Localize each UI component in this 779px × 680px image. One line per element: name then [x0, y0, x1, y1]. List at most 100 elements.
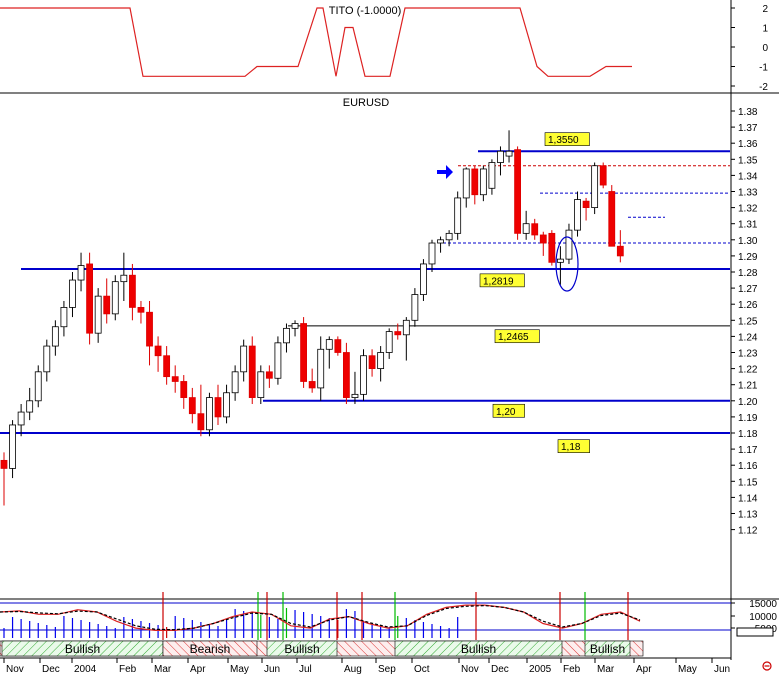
price-tick-label: 1.17 — [738, 445, 758, 456]
price-tick-label: 1.20 — [738, 397, 758, 408]
candle-bullish — [351, 393, 359, 398]
candle-bearish — [300, 323, 308, 382]
candle-bullish — [26, 400, 34, 413]
price-tick-label: 1.35 — [738, 155, 758, 166]
price-title: EURUSD — [343, 97, 390, 109]
price-tick-label: 1.15 — [738, 477, 758, 488]
candle-bullish — [360, 355, 367, 395]
segment-label: Bullish — [284, 642, 319, 656]
candle-bearish — [265, 371, 273, 379]
trend-segments: Bullish Bearish Bullish Bullish Bullish — [0, 640, 644, 657]
candle-bullish — [565, 229, 573, 260]
candle-bearish — [334, 339, 342, 353]
candle-bullish — [43, 345, 51, 373]
segment-label: Bullish — [590, 642, 625, 656]
candle-bullish — [377, 352, 385, 370]
x-tick-label: Sep — [378, 664, 396, 675]
candle-bullish — [505, 150, 513, 157]
x-tick-label: Oct — [414, 664, 430, 675]
candle-bullish — [77, 265, 85, 281]
price-tick-label: 1.37 — [738, 123, 758, 134]
tito-tick-label: 2 — [762, 4, 768, 15]
level-label: 1,2819 — [483, 276, 514, 287]
x-tick-label: Jul — [299, 664, 312, 675]
candle-bearish — [308, 381, 316, 389]
panel-resize-box[interactable] — [736, 627, 774, 637]
candle-bullish — [60, 307, 68, 328]
candle-bullish — [257, 371, 265, 398]
candle-bullish — [488, 162, 496, 189]
candle-bearish — [539, 234, 547, 244]
price-tick-label: 1.16 — [738, 461, 758, 472]
price-tick-label: 1.21 — [738, 381, 758, 392]
candle-bearish — [137, 307, 145, 313]
candle-bullish — [240, 345, 248, 373]
x-tick-label: Apr — [190, 664, 206, 675]
chart-canvas: TITO (-1.0000) 2 1 0 -1 -2 EURUSD 1.38 1.37 1.… — [0, 0, 779, 675]
candle-bearish — [394, 331, 402, 336]
candle-bullish — [274, 342, 282, 379]
candle-bearish — [180, 381, 188, 398]
price-tick-label: 1.27 — [738, 284, 758, 295]
x-tick-label: May — [230, 664, 249, 675]
candle-bullish — [231, 371, 239, 394]
price-tick-label: 1.12 — [738, 526, 758, 537]
candle-bullish — [411, 294, 419, 321]
candle-bullish — [223, 392, 230, 418]
candle-bearish — [188, 397, 196, 415]
candle-bearish — [368, 355, 376, 370]
candle-bullish — [402, 319, 410, 336]
tito-tick-label: -2 — [759, 82, 768, 93]
level-label: 1,3550 — [548, 135, 579, 146]
price-tick-label: 1.30 — [738, 236, 758, 247]
tito-tick-label: 1 — [762, 24, 768, 35]
price-tick-label: 1.13 — [738, 510, 758, 521]
level-label: 1,20 — [496, 407, 516, 418]
candle-bullish — [34, 371, 42, 402]
price-tick-label: 1.26 — [738, 300, 758, 311]
x-tick-label: Feb — [119, 664, 137, 675]
osc-tick-label: 15000 — [749, 599, 777, 610]
x-tick-label: May — [678, 664, 697, 675]
candle-bullish — [591, 165, 599, 209]
price-tick-label: 1.38 — [738, 107, 758, 118]
candle-bullish — [17, 411, 25, 426]
candle-bullish — [479, 168, 487, 196]
x-tick-label: Feb — [563, 664, 581, 675]
x-tick-label: Nov — [461, 664, 479, 675]
candle-bearish — [342, 352, 350, 398]
segment-label: Bullish — [65, 642, 100, 656]
candle-bearish — [514, 149, 521, 234]
candle-bearish — [86, 263, 93, 334]
candle-bullish — [206, 397, 213, 431]
x-tick-label: Mar — [154, 664, 172, 675]
candle-bullish — [120, 274, 128, 283]
candle-bearish — [608, 191, 616, 247]
candle-bullish — [69, 279, 76, 308]
candle-bearish — [197, 413, 205, 431]
candle-bullish — [325, 339, 333, 350]
candle-bullish — [574, 199, 581, 231]
price-tick-label: 1.33 — [738, 188, 758, 199]
x-tick-label: 2005 — [529, 664, 552, 675]
price-tick-label: 1.31 — [738, 220, 758, 231]
tito-tick-label: -1 — [759, 63, 768, 74]
candle-bearish — [214, 397, 222, 418]
level-label: 1,18 — [561, 442, 581, 453]
price-tick-label: 1.28 — [738, 268, 758, 279]
candle-bullish — [445, 232, 453, 241]
x-tick-label: Dec — [491, 664, 509, 675]
x-tick-label: Aug — [344, 664, 362, 675]
price-tick-label: 1.34 — [738, 171, 758, 182]
price-tick-label: 1.24 — [738, 332, 758, 343]
candle-bearish — [599, 165, 607, 186]
candle-bearish — [146, 311, 153, 347]
candle-bullish — [497, 150, 504, 163]
x-tick-label: Dec — [42, 664, 60, 675]
candle-bullish — [557, 258, 564, 263]
tito-title: TITO (-1.0000) — [329, 5, 402, 17]
candle-bullish — [462, 168, 470, 199]
candle-bullish — [283, 327, 290, 344]
price-tick-label: 1.22 — [738, 365, 758, 376]
x-tick-label: Nov — [6, 664, 24, 675]
